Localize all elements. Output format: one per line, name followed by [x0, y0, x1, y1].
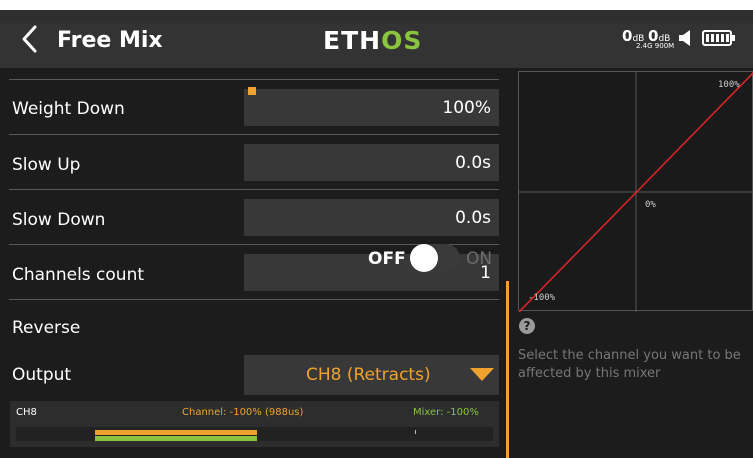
weight-down-label: Weight Down	[12, 99, 125, 119]
weight-down-value: 100%	[442, 98, 491, 118]
curve-svg	[519, 72, 753, 312]
output-value: CH8 (Retracts)	[306, 365, 431, 385]
logo-text-white: ETH	[323, 26, 382, 55]
speaker-icon	[679, 30, 690, 46]
reverse-on-label: ON	[466, 249, 493, 269]
weight-down-field[interactable]: 100%	[244, 87, 499, 126]
help-text: Select the channel you want to be affect…	[518, 348, 741, 381]
status-area[interactable]: 0dB 0dB 2.4G 900M	[622, 27, 747, 57]
divider	[9, 299, 499, 300]
settings-list: Weight Down 100% Slow Up 0.0s Slow Down …	[0, 68, 503, 458]
mix-curve-graph: 100% 0% -100%	[518, 71, 753, 312]
divider	[9, 189, 499, 190]
toggle-knob	[410, 244, 438, 272]
screen: Free Mix ETHOS 0dB 0dB 2.4G 900M Weight …	[0, 0, 753, 458]
logo-text-green: OS	[381, 26, 423, 55]
back-button[interactable]	[18, 22, 44, 56]
slow-down-value: 0.0s	[455, 208, 491, 228]
channel-output-bar	[95, 430, 257, 435]
curve-panel: 100% 0% -100% ? Select the channel you w…	[513, 68, 753, 458]
slow-up-field[interactable]: 0.0s	[244, 144, 499, 181]
output-label: Output	[12, 365, 72, 385]
curve-label-bottom: -100%	[528, 293, 556, 303]
monitor-channel-name: CH8	[16, 407, 37, 418]
ethos-logo: ETHOS	[323, 26, 422, 55]
slow-down-label: Slow Down	[12, 210, 106, 230]
output-dropdown[interactable]: CH8 (Retracts)	[244, 355, 499, 395]
band-label: 2.4G 900M	[636, 42, 675, 50]
dropdown-caret-icon	[470, 368, 494, 381]
slow-up-label: Slow Up	[12, 155, 81, 175]
battery-icon	[702, 30, 735, 46]
divider	[9, 79, 499, 80]
edit-marker	[248, 87, 256, 95]
scrollbar[interactable]	[506, 281, 509, 458]
reverse-label: Reverse	[12, 318, 81, 338]
help-icon: ?	[519, 318, 535, 334]
reverse-off-label: OFF	[368, 249, 406, 269]
slow-down-field[interactable]: 0.0s	[244, 199, 499, 236]
center-tick	[415, 430, 416, 434]
page-title: Free Mix	[57, 28, 163, 53]
monitor-bar-track	[16, 427, 493, 441]
header-bar: Free Mix ETHOS 0dB 0dB 2.4G 900M	[0, 10, 753, 68]
channels-count-label: Channels count	[12, 265, 145, 285]
chevron-left-icon	[22, 25, 37, 53]
divider	[9, 134, 499, 135]
curve-label-mid: 0%	[645, 200, 656, 210]
slow-up-value: 0.0s	[455, 153, 491, 173]
monitor-mixer-readout: Mixer: -100%	[413, 407, 479, 418]
mixer-output-bar	[95, 436, 257, 441]
reverse-toggle[interactable]	[410, 244, 460, 272]
curve-label-top: 100%	[718, 80, 740, 90]
top-border	[0, 0, 753, 10]
monitor-channel-readout: Channel: -100% (988us)	[182, 407, 304, 418]
channel-monitor: CH8 Channel: -100% (988us) Mixer: -100%	[10, 401, 499, 447]
